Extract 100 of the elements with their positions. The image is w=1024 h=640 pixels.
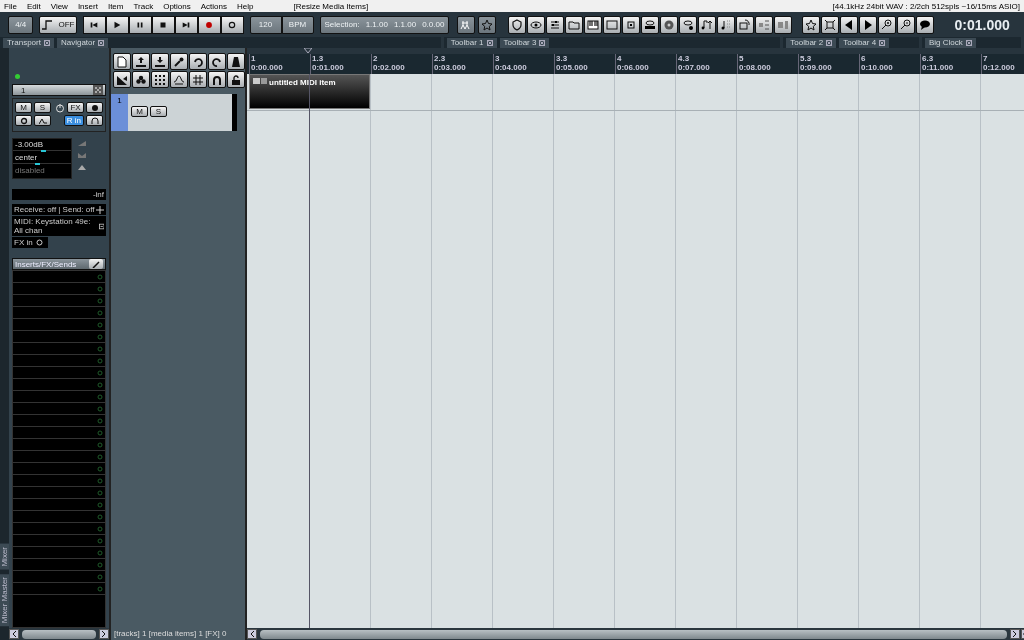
- record-button[interactable]: [197, 15, 221, 34]
- toolbar-button[interactable]: [508, 15, 527, 34]
- solo-button[interactable]: S: [34, 102, 51, 113]
- padlock-icon: [230, 73, 242, 86]
- expand-icon: [824, 18, 837, 31]
- time-signature-button[interactable]: 4/4: [8, 15, 34, 34]
- toolbar-button[interactable]: [478, 15, 497, 34]
- toolbar-button[interactable]: [878, 15, 897, 34]
- menu-item[interactable]: Item: [107, 1, 124, 11]
- transport-button[interactable]: [151, 15, 175, 34]
- transport-button[interactable]: [82, 15, 106, 34]
- toolbar-button[interactable]: [641, 15, 660, 34]
- automation-mode-button[interactable]: OFF: [39, 15, 77, 34]
- toolbar-button[interactable]: [859, 15, 878, 34]
- toolbar-button[interactable]: [565, 15, 584, 34]
- timeline-ruler[interactable]: 1 0:00.000 1.3 0:01.000 2 0:02.000 2.3 0:03.000 3 0:04.000 3.3 0:05.000 4 0:06.000 4.3 0:07.000 5 0:08.000 5.3 0:09.000 6 0:10.000 6.3 0:11.000 7 0:12.000: [247, 48, 1024, 74]
- envelope-button[interactable]: [34, 115, 51, 126]
- toolbar-button[interactable]: [151, 71, 169, 88]
- toolbar-button[interactable]: [132, 71, 150, 88]
- toolbar-button[interactable]: [546, 15, 565, 34]
- menu-item[interactable]: Insert: [77, 1, 98, 11]
- volume-fader[interactable]: -3.00dB: [13, 139, 71, 152]
- toolbar-button[interactable]: [227, 71, 245, 88]
- track-header[interactable]: 1 M S: [111, 94, 237, 131]
- phase-button[interactable]: [15, 115, 32, 126]
- toolbar-button[interactable]: [527, 15, 546, 34]
- toolbar-button[interactable]: [132, 53, 150, 70]
- menu-item[interactable]: Actions: [200, 1, 227, 11]
- edit-button[interactable]: [89, 259, 103, 269]
- transport-button[interactable]: [174, 15, 198, 34]
- toolbar-button[interactable]: [227, 53, 245, 70]
- shield-icon: [511, 18, 524, 31]
- fx-button[interactable]: FX: [67, 102, 84, 113]
- scroll-right-button[interactable]: [99, 629, 109, 639]
- scroll-left-button[interactable]: [247, 629, 257, 639]
- toolbar-button[interactable]: [802, 15, 821, 34]
- pan-slider[interactable]: center: [13, 152, 71, 165]
- dock-tab[interactable]: Navigator: [56, 37, 109, 48]
- toolbar-button[interactable]: [208, 71, 226, 88]
- scroll-right-button[interactable]: [1010, 629, 1020, 639]
- menu-item[interactable]: Edit: [26, 1, 41, 11]
- routing-button[interactable]: Receive: off | Send: off: [12, 204, 106, 215]
- toolbar-button[interactable]: [698, 15, 717, 34]
- toolbar-button[interactable]: [821, 15, 840, 34]
- mute-button[interactable]: M: [15, 102, 32, 113]
- midi-input-selector[interactable]: MIDI: Keystation 49e: All chan: [12, 216, 106, 236]
- toolbar-button[interactable]: [916, 15, 935, 34]
- midi-item[interactable]: untitled MIDI item: [249, 74, 370, 109]
- toolbar-button[interactable]: [584, 15, 603, 34]
- fx-in-button[interactable]: FX in: [12, 237, 48, 248]
- scroll-left-button[interactable]: [9, 629, 19, 639]
- toolbar-button[interactable]: [189, 71, 207, 88]
- menu-item[interactable]: Options: [163, 1, 191, 11]
- selection-end: 1.1.00: [393, 20, 417, 29]
- volume-ramp-icon: [78, 140, 86, 147]
- toolbar-button[interactable]: [660, 15, 679, 34]
- dock-tab[interactable]: Transport: [3, 37, 54, 48]
- dock-tab[interactable]: Toolbar 3: [499, 37, 550, 48]
- toolbar-button[interactable]: [897, 15, 916, 34]
- transport-button[interactable]: [128, 15, 152, 34]
- transport-button[interactable]: [105, 15, 129, 34]
- toolbar-button[interactable]: [717, 15, 736, 34]
- headphones-button[interactable]: [86, 115, 103, 126]
- menu-item[interactable]: View: [50, 1, 68, 11]
- record-arm-button[interactable]: [86, 102, 103, 113]
- toolbar-button[interactable]: [755, 15, 774, 34]
- dock-tab[interactable]: Big Clock: [924, 37, 976, 48]
- toolbar-button[interactable]: [736, 15, 755, 34]
- time-label: 0:08.000: [739, 63, 771, 72]
- toolbar-button[interactable]: [603, 15, 622, 34]
- menu-item[interactable]: File: [4, 1, 17, 11]
- repeat-button[interactable]: [220, 15, 244, 34]
- toolbar-button[interactable]: [457, 15, 476, 34]
- toolbar-button[interactable]: [774, 15, 793, 34]
- mixer-dock-tab[interactable]: Mixer: [0, 544, 9, 570]
- toolbar-button[interactable]: [622, 15, 641, 34]
- clubs-icon: [135, 73, 147, 86]
- dock-tab[interactable]: Toolbar 4: [839, 37, 890, 48]
- track-name-bar[interactable]: 1: [12, 84, 106, 96]
- menu-item[interactable]: Track: [133, 1, 154, 11]
- toolbar-button[interactable]: [840, 15, 859, 34]
- toolbar-button[interactable]: [170, 71, 188, 88]
- selection-display[interactable]: Selection: 1.1.00 1.1.00 0.0.00: [319, 15, 450, 34]
- scrollbar-thumb[interactable]: [260, 629, 1007, 639]
- tempo-field[interactable]: 120: [249, 15, 282, 34]
- solo-button[interactable]: S: [150, 106, 167, 117]
- toolbar-button[interactable]: [189, 53, 207, 70]
- zoom-out-icon: [900, 18, 913, 31]
- dock-tab[interactable]: Toolbar 2: [786, 37, 837, 48]
- mixer-dock-tab[interactable]: Mixer Master: [0, 573, 9, 626]
- toolbar-button[interactable]: [170, 53, 188, 70]
- toolbar-button[interactable]: [151, 53, 169, 70]
- dock-tab[interactable]: Toolbar 1: [446, 37, 497, 48]
- toolbar-button[interactable]: [679, 15, 698, 34]
- toolbar-button[interactable]: [113, 53, 131, 70]
- menu-item[interactable]: Help: [237, 1, 254, 11]
- scrollbar-thumb[interactable]: [22, 629, 96, 639]
- mute-button[interactable]: M: [131, 106, 148, 117]
- toolbar-button[interactable]: [208, 53, 226, 70]
- toolbar-button[interactable]: [113, 71, 131, 88]
